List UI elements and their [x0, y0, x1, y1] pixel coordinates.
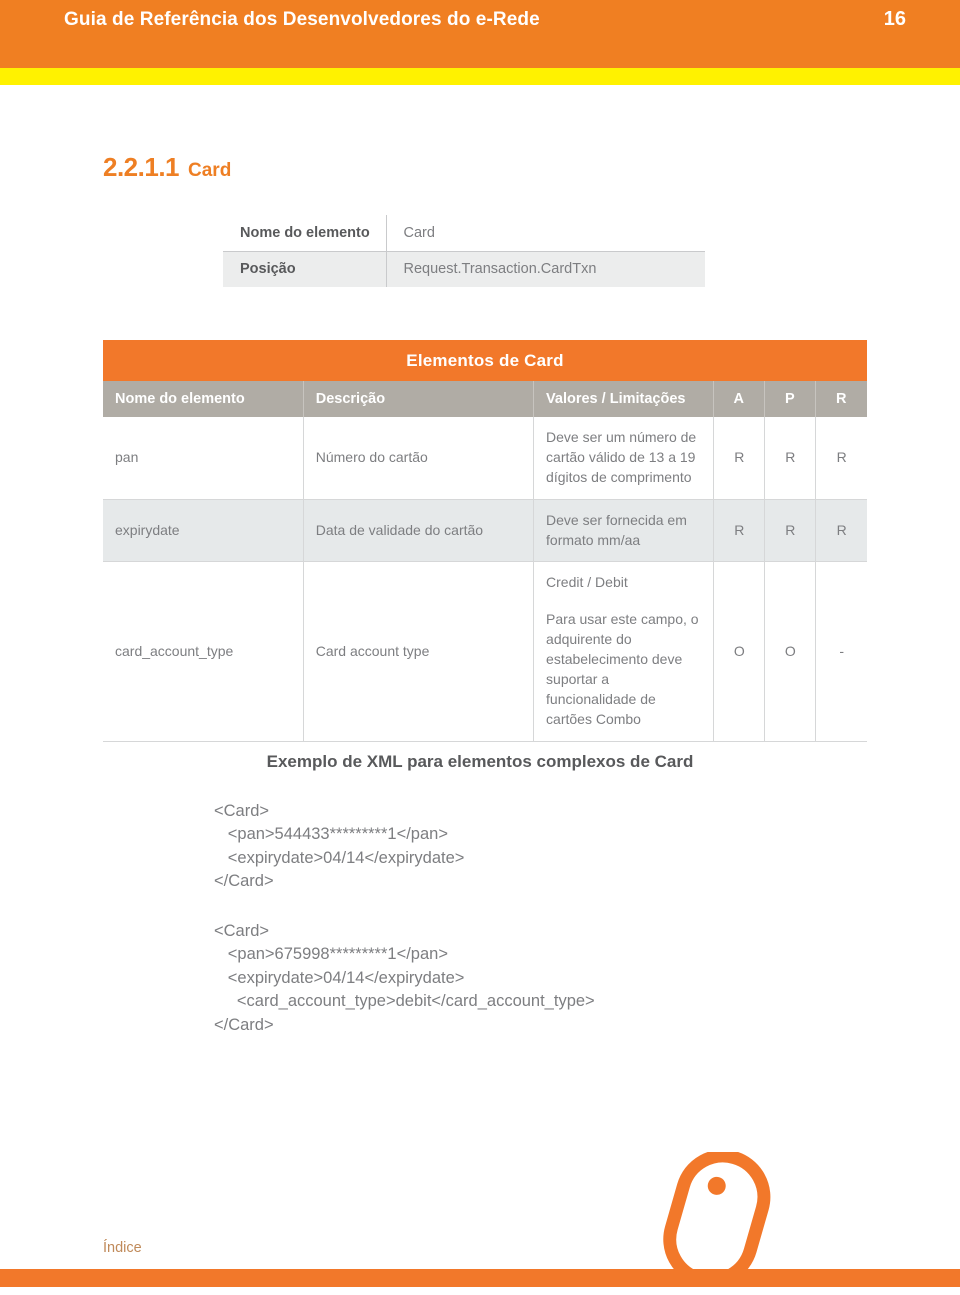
cell-element-name: expirydate — [103, 499, 304, 563]
info-row: Nome do elemento Card — [223, 215, 705, 251]
value-line: Deve ser um número de cartão válido de 1… — [546, 429, 697, 485]
table-row: expirydate Data de validade do cartão De… — [103, 499, 867, 563]
column-header-r: R — [815, 381, 867, 417]
cell-values: Deve ser fornecida em formato mm/aa — [533, 499, 715, 563]
cell-flag-a: R — [713, 417, 766, 500]
cell-flag-a: R — [713, 499, 766, 563]
table-row: card_account_type Card account type Cred… — [103, 561, 867, 742]
page-number: 16 — [883, 8, 906, 30]
cell-values: Credit / Debit Para usar este campo, o a… — [533, 561, 715, 742]
cell-description: Card account type — [303, 561, 535, 742]
column-header-p: P — [764, 381, 817, 417]
page-header: Guia de Referência dos Desenvolvedores d… — [0, 0, 960, 68]
section-title: Card — [188, 160, 232, 181]
cell-flag-r: R — [815, 499, 867, 563]
column-header-description: Descrição — [303, 381, 535, 417]
value-line: Para usar este campo, o adquirente do es… — [546, 611, 699, 727]
table-header-row: Nome do elemento Descrição Valores / Lim… — [103, 381, 867, 417]
cell-flag-p: O — [764, 561, 817, 742]
value-line: Deve ser fornecida em formato mm/aa — [546, 511, 687, 548]
info-row: Posição Request.Transaction.CardTxn — [223, 251, 705, 287]
cell-flag-p: R — [764, 499, 817, 563]
section-heading: 2.2.1.1 Card — [103, 152, 231, 183]
cell-element-name: card_account_type — [103, 561, 304, 742]
cell-flag-r: - — [815, 561, 867, 742]
xml-example-block-1: <Card> <pan>544433*********1</pan> <expi… — [214, 802, 465, 891]
table-row: pan Número do cartão Deve ser um número … — [103, 417, 867, 500]
column-header-name: Nome do elemento — [103, 381, 304, 417]
cell-values: Deve ser um número de cartão válido de 1… — [533, 417, 715, 500]
info-key-label: Posição — [223, 251, 387, 287]
footer-orange-bar — [0, 1269, 960, 1287]
cell-flag-a: O — [713, 561, 766, 742]
column-header-a: A — [713, 381, 766, 417]
index-link[interactable]: Índice — [103, 1240, 142, 1256]
table-caption: Elementos de Card — [103, 340, 867, 381]
cell-element-name: pan — [103, 417, 304, 500]
column-header-values: Valores / Limitações — [533, 381, 715, 417]
elements-table: Elementos de Card Nome do elemento Descr… — [103, 340, 867, 742]
cell-flag-r: R — [815, 417, 867, 500]
section-number: 2.2.1.1 — [103, 152, 180, 182]
cell-flag-p: R — [764, 417, 817, 500]
xml-example-block-2: <Card> <pan>675998*********1</pan> <expi… — [214, 922, 595, 1034]
value-line: Credit / Debit — [546, 574, 628, 591]
table-caption-row: Elementos de Card — [103, 340, 867, 381]
header-yellow-stripe — [0, 68, 960, 85]
header-title: Guia de Referência dos Desenvolvedores d… — [64, 9, 540, 30]
cell-description: Número do cartão — [303, 417, 535, 500]
info-table-divider — [223, 251, 705, 252]
xml-example-title: Exemplo de XML para elementos complexos … — [266, 752, 694, 771]
cell-description: Data de validade do cartão — [303, 499, 535, 563]
info-value: Request.Transaction.CardTxn — [386, 251, 705, 287]
info-value: Card — [403, 225, 435, 241]
info-key-label: Nome do elemento — [223, 215, 387, 251]
